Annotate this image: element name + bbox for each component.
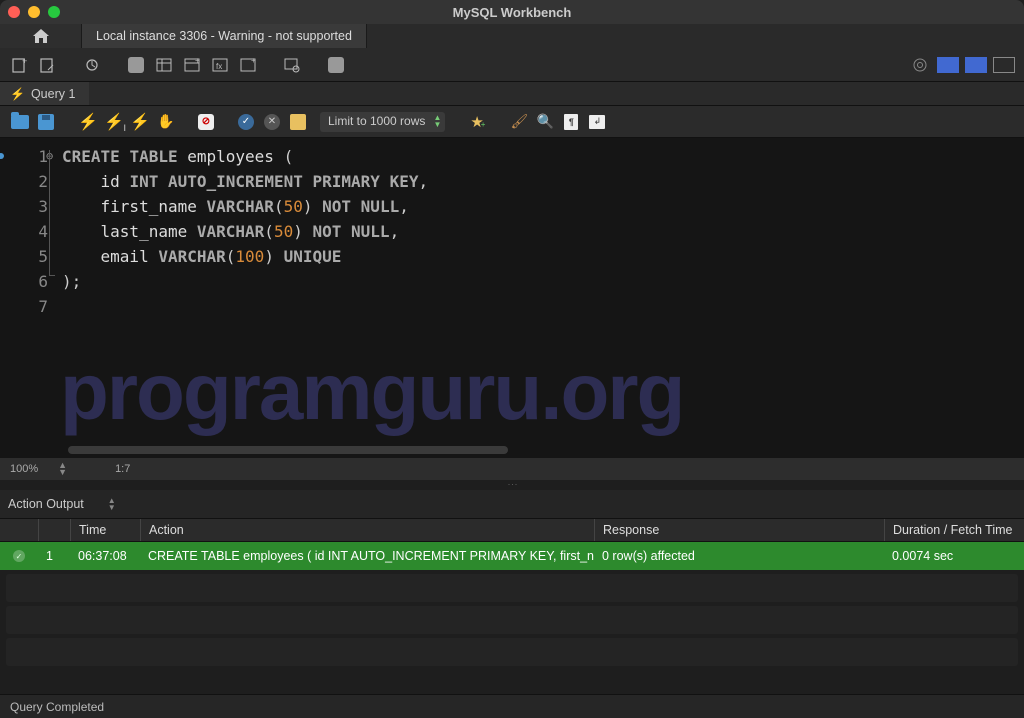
app-title: MySQL Workbench xyxy=(453,5,572,20)
minimize-window-button[interactable] xyxy=(28,6,40,18)
status-text: Query Completed xyxy=(10,700,104,714)
beautify-button[interactable]: 🖌 xyxy=(509,112,529,132)
save-file-button[interactable] xyxy=(36,112,56,132)
editor-toolbar: ⚡ ⚡I ⚡ ✋ ⊘ ✓ ✕ Limit to 1000 rows ▲▼ ★+ … xyxy=(0,106,1024,138)
create-schema-button[interactable] xyxy=(124,53,148,77)
explain-button[interactable]: ⚡ xyxy=(130,112,150,132)
inspector-button[interactable] xyxy=(80,53,104,77)
code-area[interactable]: ⊖ CREATE TABLE employees ( id INT AUTO_I… xyxy=(58,138,1024,458)
invisible-chars-button[interactable]: ¶ xyxy=(561,112,581,132)
toggle-whitespace-button[interactable] xyxy=(288,112,308,132)
cursor-position: 1:7 xyxy=(115,463,130,475)
query-tab-icon: ⚡ xyxy=(10,87,25,101)
svg-text:+: + xyxy=(251,56,256,65)
output-rows: ✓ 1 06:37:08 CREATE TABLE employees ( id… xyxy=(0,542,1024,570)
bottom-panel-toggle[interactable] xyxy=(965,57,987,73)
output-row[interactable]: ✓ 1 06:37:08 CREATE TABLE employees ( id… xyxy=(0,542,1024,570)
col-action[interactable]: Action xyxy=(140,519,594,541)
settings-icon[interactable] xyxy=(908,53,932,77)
query-tab-label: Query 1 xyxy=(31,87,75,101)
svg-text:+: + xyxy=(195,56,200,65)
main-toolbar: + + fx + xyxy=(0,48,1024,82)
create-table-button[interactable] xyxy=(152,53,176,77)
svg-text:fx: fx xyxy=(216,62,222,71)
titlebar: MySQL Workbench xyxy=(0,0,1024,24)
output-blank-row xyxy=(6,574,1018,602)
execute-current-button[interactable]: ⚡I xyxy=(104,112,124,132)
output-blank-row xyxy=(6,606,1018,634)
left-panel-toggle[interactable] xyxy=(937,57,959,73)
output-panel-header: Action Output ▲▼ xyxy=(0,490,1024,518)
favorites-button[interactable]: ★+ xyxy=(469,112,489,132)
search-table-data-button[interactable] xyxy=(280,53,304,77)
create-function-button[interactable]: + xyxy=(236,53,260,77)
query-tabs: ⚡ Query 1 xyxy=(0,82,1024,106)
zoom-arrows-icon[interactable]: ▲▼ xyxy=(58,462,67,476)
toggle-autocommit-button[interactable]: ⊘ xyxy=(196,112,216,132)
stop-button[interactable]: ✋ xyxy=(156,112,176,132)
connection-tabs: Local instance 3306 - Warning - not supp… xyxy=(0,24,1024,48)
close-window-button[interactable] xyxy=(8,6,20,18)
home-tab[interactable] xyxy=(0,24,82,48)
window-controls xyxy=(8,6,60,18)
col-response[interactable]: Response xyxy=(594,519,884,541)
create-view-button[interactable]: + xyxy=(180,53,204,77)
commit-button[interactable]: ✓ xyxy=(236,112,256,132)
row-limit-select[interactable]: Limit to 1000 rows ▲▼ xyxy=(320,112,445,132)
output-type-arrows-icon[interactable]: ▲▼ xyxy=(108,497,116,511)
maximize-window-button[interactable] xyxy=(48,6,60,18)
create-procedure-button[interactable]: fx xyxy=(208,53,232,77)
word-wrap-button[interactable]: ↲ xyxy=(587,112,607,132)
status-bar: Query Completed xyxy=(0,694,1024,718)
right-panel-toggle[interactable] xyxy=(993,57,1015,73)
connection-tab[interactable]: Local instance 3306 - Warning - not supp… xyxy=(82,24,367,48)
query-tab[interactable]: ⚡ Query 1 xyxy=(0,82,89,105)
execute-button[interactable]: ⚡ xyxy=(78,112,98,132)
new-sql-tab-button[interactable]: + xyxy=(8,53,32,77)
reconnect-button[interactable] xyxy=(324,53,348,77)
output-type-select[interactable]: Action Output xyxy=(8,497,84,511)
find-button[interactable]: 🔍 xyxy=(535,112,555,132)
open-sql-file-button[interactable] xyxy=(36,53,60,77)
pane-splitter[interactable] xyxy=(0,480,1024,490)
editor-status-bar: 100% ▲▼ 1:7 xyxy=(0,458,1024,480)
rollback-button[interactable]: ✕ xyxy=(262,112,282,132)
zoom-level[interactable]: 100% xyxy=(10,463,38,475)
col-duration[interactable]: Duration / Fetch Time xyxy=(884,519,1024,541)
output-blank-row xyxy=(6,638,1018,666)
sql-editor[interactable]: 1234567 ⊖ CREATE TABLE employees ( id IN… xyxy=(0,138,1024,458)
horizontal-scrollbar[interactable] xyxy=(68,446,508,454)
open-file-button[interactable] xyxy=(10,112,30,132)
col-time[interactable]: Time xyxy=(70,519,140,541)
output-columns: Time Action Response Duration / Fetch Ti… xyxy=(0,518,1024,542)
svg-text:+: + xyxy=(22,56,27,66)
